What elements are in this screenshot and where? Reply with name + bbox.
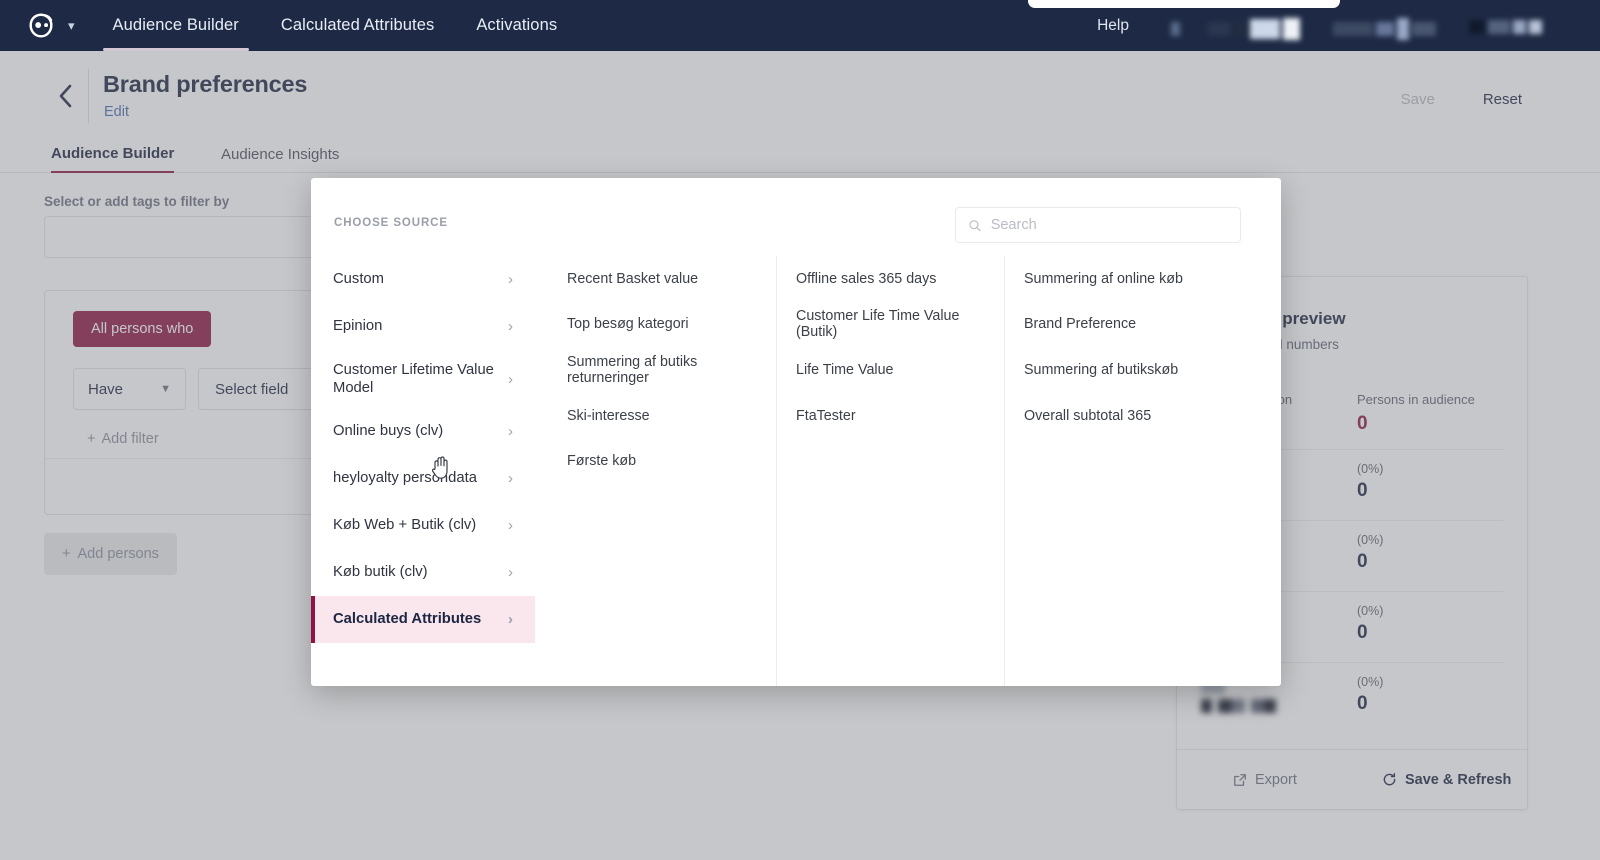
choose-source-modal: CHOOSE SOURCE Custom › Epinion › Custome… — [311, 178, 1281, 686]
source-item-custom[interactable]: Custom › — [311, 256, 535, 303]
redacted-text-1 — [1159, 18, 1303, 40]
chevron-right-icon: › — [508, 271, 513, 288]
attribute-item[interactable]: Recent Basket value — [567, 256, 776, 302]
redacted-text-3 — [1469, 18, 1545, 34]
source-item-online-buys[interactable]: Online buys (clv) › — [311, 408, 535, 455]
source-label: heyloyalty persondata — [333, 470, 477, 487]
source-item-epinion[interactable]: Epinion › — [311, 303, 535, 350]
modal-eyebrow-label: CHOOSE SOURCE — [334, 217, 448, 229]
nav-right-area: Help — [1097, 17, 1545, 40]
attribute-item[interactable]: Ski-interesse — [567, 393, 776, 439]
search-field-wrapper[interactable] — [955, 207, 1241, 243]
chevron-right-icon: › — [508, 370, 513, 388]
source-label: Epinion — [333, 318, 383, 335]
attribute-item[interactable]: Overall subtotal 365 — [1024, 393, 1232, 439]
source-label: Customer Lifetime Value Model — [333, 361, 494, 396]
chevron-right-icon: › — [508, 564, 513, 581]
nav-item-calculated-attributes[interactable]: Calculated Attributes — [281, 0, 434, 51]
nav-item-audience-builder[interactable]: Audience Builder — [102, 0, 250, 51]
chevron-right-icon: › — [508, 318, 513, 335]
owl-logo-icon — [29, 13, 53, 38]
attribute-item[interactable]: Top besøg kategori — [567, 302, 776, 348]
chevron-right-icon: › — [508, 423, 513, 440]
source-item-koeb-web-butik[interactable]: Køb Web + Butik (clv) › — [311, 502, 535, 549]
chevron-down-icon[interactable]: ▾ — [68, 19, 75, 32]
source-item-customer-lifetime-value-model[interactable]: Customer Lifetime Value Model › — [311, 350, 535, 408]
chevron-right-icon: › — [508, 517, 513, 534]
source-item-heyloyalty-persondata[interactable]: heyloyalty persondata › — [311, 455, 535, 502]
chevron-right-icon: › — [508, 470, 513, 487]
attribute-column-3: Summering af online køb Brand Preference… — [1004, 256, 1232, 686]
attribute-item[interactable]: Customer Life Time Value (Butik) — [796, 302, 1004, 348]
browser-notch — [1028, 0, 1340, 8]
primary-nav: Audience Builder Calculated Attributes A… — [102, 0, 600, 51]
source-label: Køb butik (clv) — [333, 564, 428, 581]
attribute-item[interactable]: Summering af online køb — [1024, 256, 1232, 302]
attribute-item[interactable]: Life Time Value — [796, 347, 1004, 393]
search-input[interactable] — [990, 217, 1228, 233]
source-item-calculated-attributes[interactable]: Calculated Attributes › — [311, 596, 535, 643]
source-label: Køb Web + Butik (clv) — [333, 517, 477, 534]
nav-label: Calculated Attributes — [280, 16, 435, 34]
source-label: Custom — [333, 271, 384, 288]
brand-area[interactable]: ▾ — [26, 11, 75, 41]
source-item-koeb-butik[interactable]: Køb butik (clv) › — [311, 549, 535, 596]
help-link[interactable]: Help — [1097, 17, 1129, 35]
app-root: ▾ Audience Builder Calculated Attributes… — [0, 0, 1600, 860]
redacted-text-2 — [1333, 18, 1439, 40]
source-list: Custom › Epinion › Customer Lifetime Val… — [311, 256, 535, 643]
attribute-item[interactable]: Brand Preference — [1024, 302, 1232, 348]
attribute-item[interactable]: Offline sales 365 days — [796, 256, 1004, 302]
search-icon — [969, 219, 981, 231]
attribute-item[interactable]: FtaTester — [796, 393, 1004, 439]
source-label: Calculated Attributes — [333, 611, 482, 628]
attribute-item[interactable]: Summering af butikskøb — [1024, 347, 1232, 393]
nav-label: Activations — [476, 16, 558, 34]
top-navigation-bar: ▾ Audience Builder Calculated Attributes… — [0, 0, 1600, 51]
attribute-item[interactable]: Summering af butiks returneringer — [567, 347, 776, 393]
nav-item-activations[interactable]: Activations — [476, 0, 557, 51]
attribute-columns: Recent Basket value Top besøg kategori S… — [548, 256, 1281, 686]
source-label: Online buys (clv) — [333, 423, 444, 440]
nav-label: Audience Builder — [112, 16, 239, 34]
attribute-item[interactable]: Første køb — [567, 438, 776, 484]
attribute-column-2: Offline sales 365 days Customer Life Tim… — [776, 256, 1004, 686]
attribute-column-1: Recent Basket value Top besøg kategori S… — [548, 256, 776, 686]
chevron-right-icon: › — [508, 611, 513, 628]
